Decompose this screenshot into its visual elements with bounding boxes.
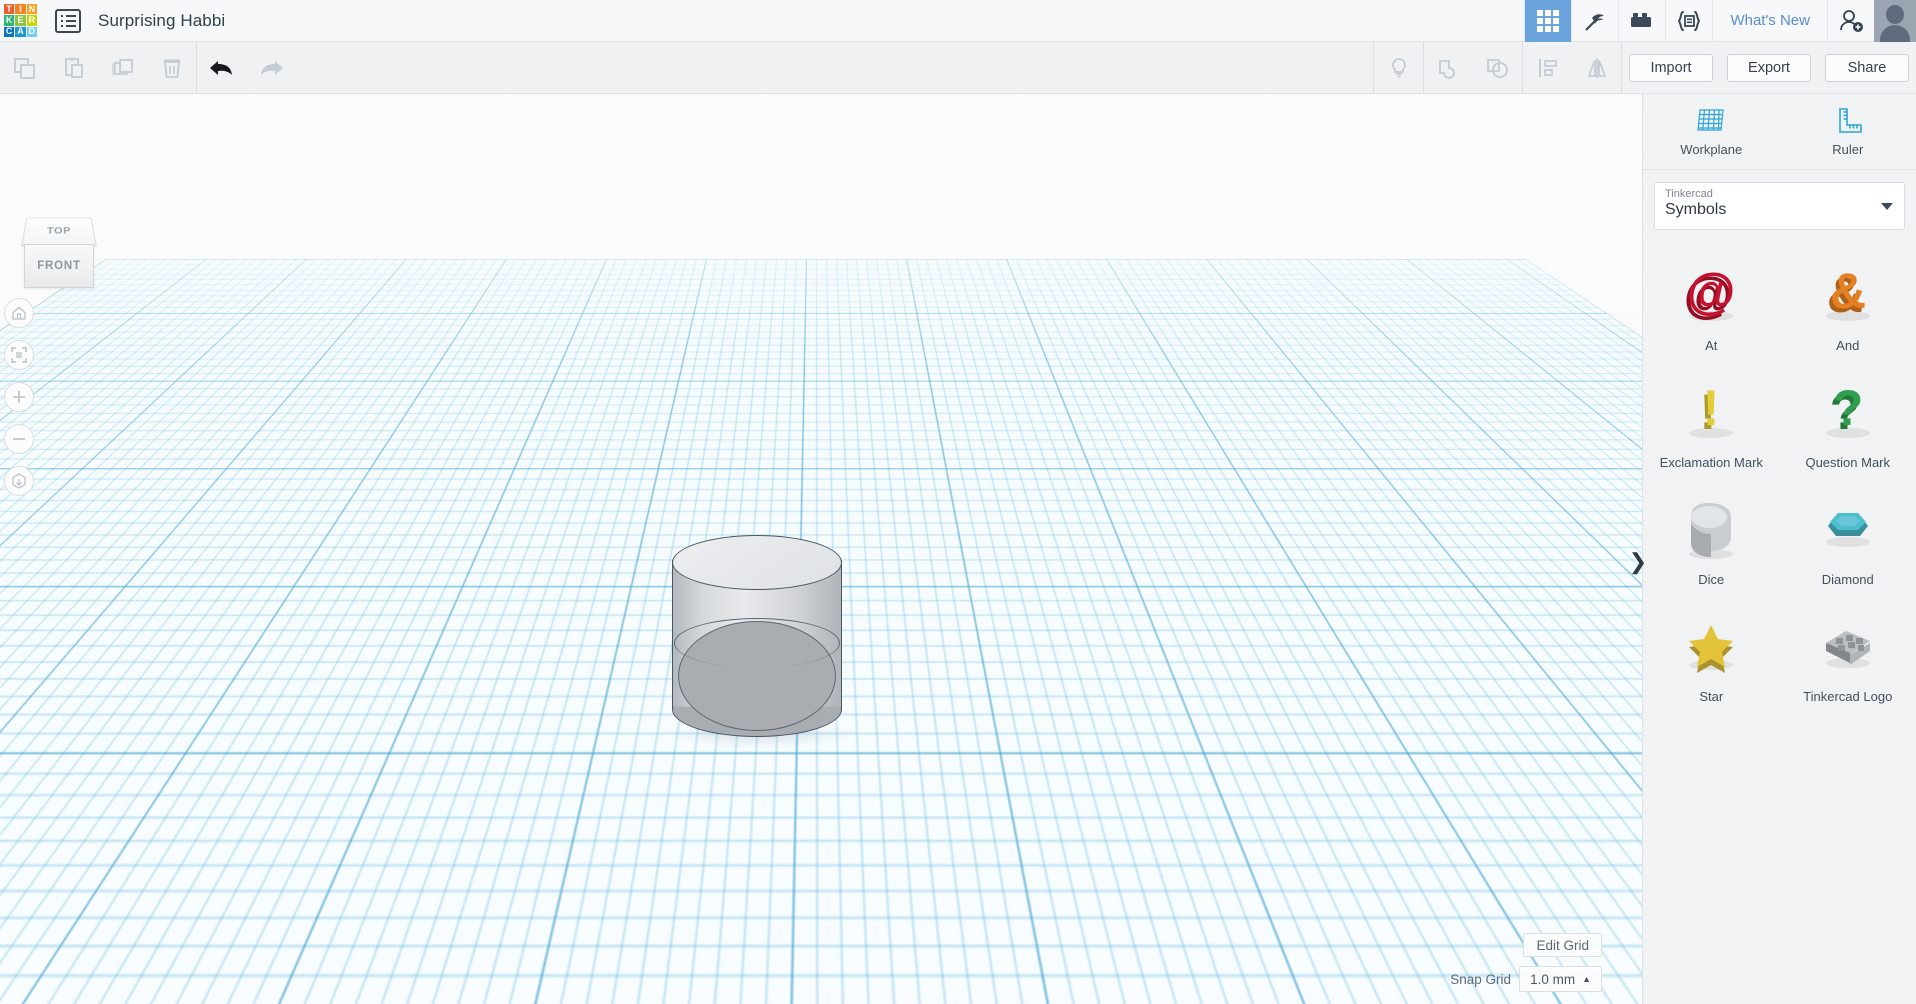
shape-library-value: Symbols bbox=[1665, 201, 1727, 218]
panel-tools: Workplane Ruler bbox=[1643, 94, 1916, 170]
ruler-icon bbox=[1838, 108, 1862, 133]
view-cube-top-face[interactable]: TOP bbox=[21, 217, 97, 247]
logo-tile-r: R bbox=[26, 14, 37, 26]
shape-exclamation-mark-label: Exclamation Mark bbox=[1659, 455, 1763, 470]
shape-diamond-thumbnail bbox=[1810, 490, 1886, 566]
logo-tile-e: E bbox=[15, 15, 26, 26]
shape-at-label: At bbox=[1705, 338, 1718, 353]
logo-tile-i: I bbox=[15, 4, 26, 15]
svg-text:?: ? bbox=[1832, 380, 1863, 436]
shape-star-thumbnail bbox=[1673, 607, 1749, 683]
edit-grid-button[interactable]: Edit Grid bbox=[1523, 933, 1602, 957]
edit-toolbar: Import Export Share bbox=[0, 41, 1916, 94]
lightbulb-icon[interactable] bbox=[1374, 42, 1423, 94]
logo-tile-t: T bbox=[4, 4, 15, 15]
home-view-icon[interactable] bbox=[4, 298, 34, 328]
paste-icon[interactable] bbox=[49, 42, 98, 94]
group-icon[interactable] bbox=[1424, 42, 1473, 94]
workplane-tool-label: Workplane bbox=[1680, 142, 1743, 157]
shape-dice-thumbnail bbox=[1673, 490, 1749, 566]
shape-question-mark[interactable]: ? ? Question Mark bbox=[1780, 365, 1916, 474]
shape-diamond[interactable]: Diamond bbox=[1780, 482, 1916, 591]
logo-tile-c: C bbox=[4, 26, 15, 37]
shape-tinkercad-logo[interactable]: Tinkercad Logo bbox=[1780, 599, 1916, 708]
svg-text:!: ! bbox=[1703, 380, 1720, 436]
undo-icon[interactable] bbox=[197, 42, 246, 94]
pickaxe-icon[interactable] bbox=[1571, 0, 1618, 42]
add-person-icon[interactable] bbox=[1827, 0, 1874, 42]
whats-new-link[interactable]: What's New bbox=[1712, 0, 1827, 42]
shape-question-mark-thumbnail: ? ? bbox=[1810, 373, 1886, 449]
copy-icon[interactable] bbox=[0, 42, 49, 94]
import-button[interactable]: Import bbox=[1629, 53, 1713, 82]
svg-text:@: @ bbox=[1687, 263, 1736, 319]
logo-tile-n: N bbox=[26, 3, 37, 15]
align-icon[interactable] bbox=[1523, 42, 1572, 94]
orthographic-toggle-icon[interactable] bbox=[4, 466, 34, 496]
ungroup-icon[interactable] bbox=[1473, 42, 1522, 94]
top-bar-actions: What's New bbox=[1524, 0, 1916, 42]
svg-text:&: & bbox=[1830, 263, 1866, 319]
shape-dice[interactable]: Dice bbox=[1643, 482, 1780, 591]
logo-tile-d: D bbox=[26, 26, 37, 37]
snap-grid-control: Snap Grid 1.0 mm ▲ bbox=[1450, 966, 1602, 992]
view-cube[interactable]: TOP FRONT bbox=[20, 214, 98, 292]
tinkercad-logo[interactable]: TINKERCAD bbox=[4, 4, 37, 37]
shape-star-label: Star bbox=[1699, 689, 1724, 704]
page-title: Surprising Habbi bbox=[98, 10, 226, 30]
ruler-tool-label: Ruler bbox=[1832, 142, 1864, 157]
shape-and-label: And bbox=[1836, 338, 1860, 353]
zoom-out-icon[interactable] bbox=[4, 424, 34, 454]
cylinder-object[interactable] bbox=[672, 535, 842, 737]
mirror-icon[interactable] bbox=[1572, 42, 1621, 94]
chevron-down-icon bbox=[1881, 203, 1893, 210]
share-button[interactable]: Share bbox=[1825, 53, 1909, 82]
snap-grid-value[interactable]: 1.0 mm ▲ bbox=[1519, 966, 1602, 992]
redo-icon[interactable] bbox=[246, 42, 295, 94]
shape-tinkercad-logo-label: Tinkercad Logo bbox=[1803, 689, 1893, 704]
snap-grid-value-text: 1.0 mm bbox=[1530, 971, 1576, 987]
shape-at[interactable]: @ @ At bbox=[1643, 248, 1780, 357]
shape-and[interactable]: & & And bbox=[1780, 248, 1916, 357]
snap-grid-label: Snap Grid bbox=[1450, 971, 1512, 987]
chevron-up-icon: ▲ bbox=[1582, 974, 1591, 984]
panel-collapse-handle[interactable]: ❯ bbox=[1628, 545, 1648, 579]
grid-view-icon[interactable] bbox=[1524, 0, 1572, 42]
lego-brick-icon[interactable] bbox=[1618, 0, 1665, 42]
workplane-tool[interactable]: Workplane bbox=[1643, 94, 1780, 169]
delete-icon[interactable] bbox=[147, 42, 196, 94]
logo-tile-k: K bbox=[4, 14, 15, 26]
avatar[interactable] bbox=[1874, 0, 1916, 42]
toolbar-right-group: Import Export Share bbox=[1373, 41, 1916, 94]
logo-tile-a: A bbox=[15, 26, 26, 37]
toolbar-divider bbox=[1621, 41, 1622, 94]
shape-question-mark-label: Question Mark bbox=[1805, 455, 1891, 470]
export-button[interactable]: Export bbox=[1727, 53, 1811, 82]
view-cube-front-face[interactable]: FRONT bbox=[24, 244, 94, 288]
shape-and-thumbnail: & & bbox=[1810, 256, 1886, 332]
shape-exclamation-mark[interactable]: ! ! Exclamation Mark bbox=[1643, 365, 1780, 474]
shape-exclamation-mark-thumbnail: ! ! bbox=[1673, 373, 1749, 449]
shape-star[interactable]: Star bbox=[1643, 599, 1780, 708]
fit-to-view-icon[interactable] bbox=[4, 340, 34, 370]
shapes-panel: Workplane Ruler Tinkercad Symbols @ @ At … bbox=[1642, 94, 1916, 1004]
codeblocks-icon[interactable] bbox=[1665, 0, 1712, 42]
workplane-icon bbox=[1697, 109, 1724, 131]
shape-library-grid: @ @ At & & And ! ! Exclamation Mark ? ? Ques… bbox=[1643, 230, 1916, 708]
shape-tinkercad-logo-thumbnail bbox=[1810, 607, 1886, 683]
shape-library-owner: Tinkercad bbox=[1665, 188, 1713, 200]
list-menu-icon[interactable] bbox=[55, 8, 81, 33]
zoom-in-icon[interactable] bbox=[4, 382, 34, 412]
duplicate-icon[interactable] bbox=[98, 42, 147, 94]
ruler-tool[interactable]: Ruler bbox=[1780, 94, 1916, 169]
top-bar: TINKERCAD Surprising Habbi What's New bbox=[0, 0, 1916, 42]
shape-library-select[interactable]: Tinkercad Symbols bbox=[1654, 182, 1905, 230]
shape-at-thumbnail: @ @ bbox=[1673, 256, 1749, 332]
shape-dice-label: Dice bbox=[1698, 572, 1725, 587]
workplane-canvas[interactable]: TOP FRONT Edit Grid Snap Grid 1.0 mm ▲ bbox=[0, 94, 1642, 1004]
shape-diamond-label: Diamond bbox=[1821, 572, 1874, 587]
